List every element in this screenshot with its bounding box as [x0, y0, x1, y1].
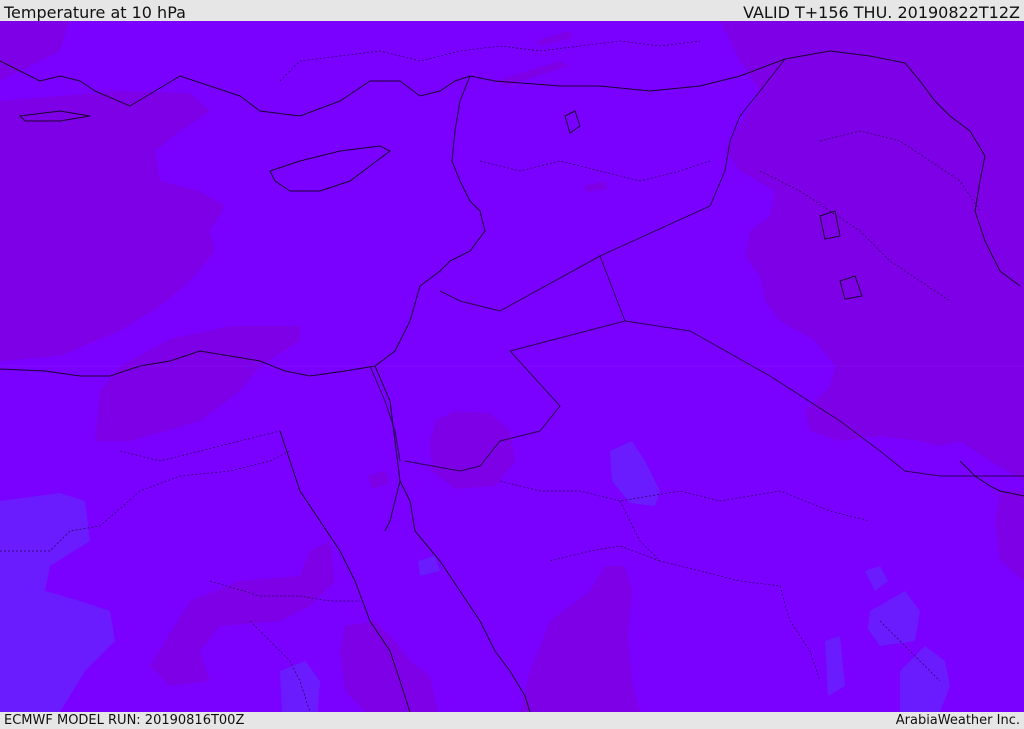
credit-label: ArabiaWeather Inc. [895, 713, 1020, 728]
map-header: Temperature at 10 hPa VALID T+156 THU. 2… [0, 0, 1024, 22]
temperature-map[interactable] [0, 21, 1024, 712]
map-canvas [0, 21, 1024, 712]
valid-time-label: VALID T+156 THU. 20190822T12Z [743, 3, 1020, 22]
model-run-label: ECMWF MODEL RUN: 20190816T00Z [4, 713, 245, 728]
map-footer: ECMWF MODEL RUN: 20190816T00Z ArabiaWeat… [0, 712, 1024, 729]
map-title: Temperature at 10 hPa [4, 3, 186, 22]
